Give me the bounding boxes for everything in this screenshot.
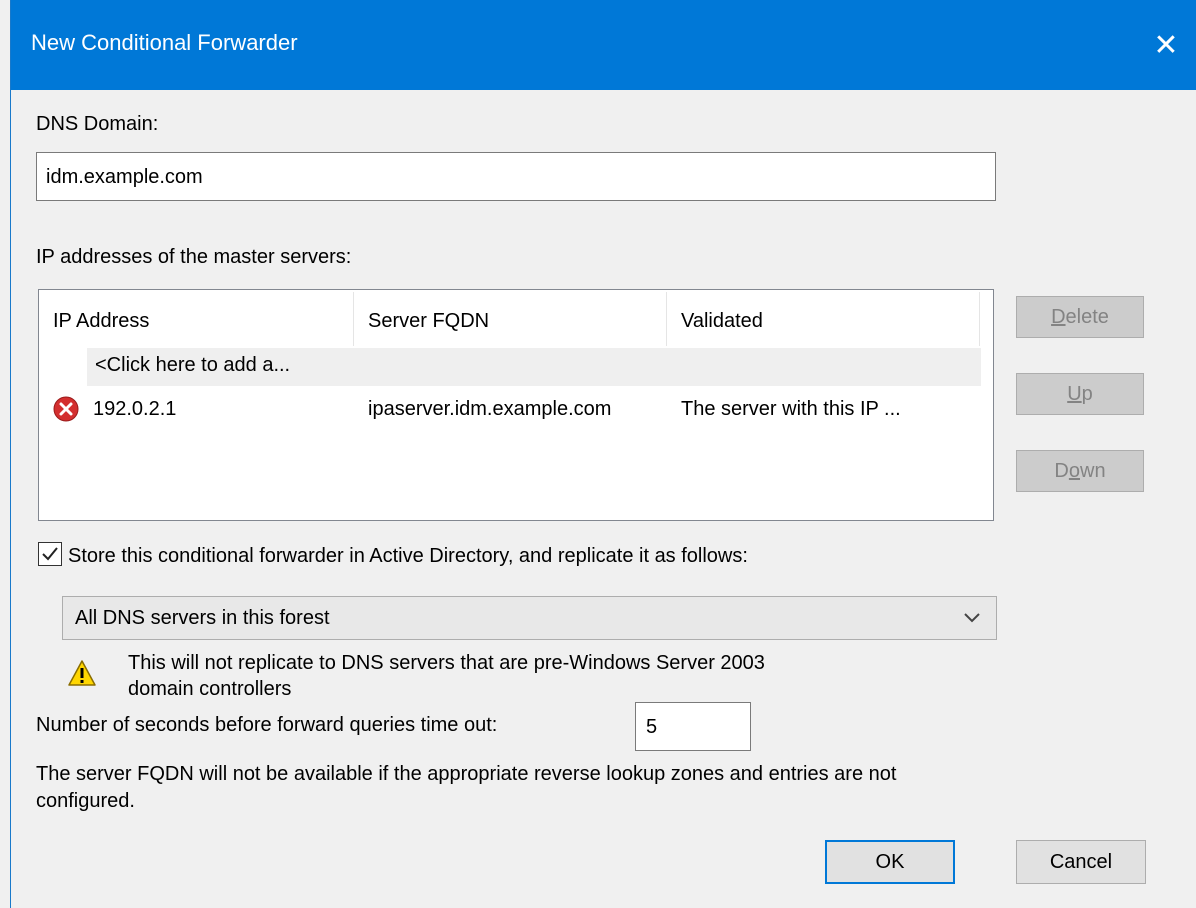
store-in-ad-label[interactable]: Store this conditional forwarder in Acti… xyxy=(68,545,748,568)
replication-scope-select[interactable]: All DNS servers in this forest xyxy=(62,596,997,640)
fqdn-note-line1: The server FQDN will not be available if… xyxy=(36,763,897,785)
row-validated: The server with this IP ... xyxy=(681,398,901,420)
cancel-button[interactable]: Cancel xyxy=(1016,840,1146,884)
ok-button[interactable]: OK xyxy=(825,840,955,884)
error-icon xyxy=(53,396,79,422)
chevron-down-icon xyxy=(964,613,980,623)
store-in-ad-checkbox[interactable] xyxy=(38,542,62,566)
warning-icon xyxy=(68,660,96,686)
replication-scope-value: All DNS servers in this forest xyxy=(75,607,330,629)
delete-button[interactable]: Delete xyxy=(1016,296,1144,338)
window-title: New Conditional Forwarder xyxy=(31,30,298,55)
down-button[interactable]: Down xyxy=(1016,450,1144,492)
column-separator[interactable] xyxy=(979,292,980,346)
timeout-value: 5 xyxy=(646,716,658,738)
column-header-ip-address[interactable]: IP Address xyxy=(39,290,353,346)
add-server-row-text: <Click here to add a... xyxy=(95,354,291,376)
up-button[interactable]: Up xyxy=(1016,373,1144,415)
new-conditional-forwarder-dialog: New Conditional Forwarder ✕ DNS Domain: … xyxy=(10,0,1196,908)
add-server-row[interactable]: <Click here to add a... xyxy=(87,348,981,386)
master-servers-list[interactable]: IP Address Server FQDN Validated <Click … xyxy=(38,289,994,521)
fqdn-note-line2: configured. xyxy=(36,790,135,812)
row-ip-address: 192.0.2.1 xyxy=(93,398,177,420)
timeout-label: Number of seconds before forward queries… xyxy=(36,714,498,736)
warning-text-line1: This will not replicate to DNS servers t… xyxy=(128,652,765,674)
checkmark-icon xyxy=(42,547,58,561)
dns-domain-value: idm.example.com xyxy=(46,166,203,188)
dns-domain-label: DNS Domain: xyxy=(36,113,159,135)
title-bar: New Conditional Forwarder ✕ xyxy=(11,0,1196,90)
timeout-input[interactable]: 5 xyxy=(635,702,751,751)
master-servers-label: IP addresses of the master servers: xyxy=(36,246,352,268)
close-icon: ✕ xyxy=(1153,29,1179,62)
column-header-validated[interactable]: Validated xyxy=(667,290,979,346)
row-server-fqdn: ipaserver.idm.example.com xyxy=(368,398,612,420)
column-header-server-fqdn[interactable]: Server FQDN xyxy=(354,290,666,346)
dns-domain-input[interactable]: idm.example.com xyxy=(36,152,996,201)
close-button[interactable]: ✕ xyxy=(1135,18,1196,74)
warning-text-line2: domain controllers xyxy=(128,678,292,700)
table-row[interactable]: 192.0.2.1 ipaserver.idm.example.com The … xyxy=(39,388,979,430)
